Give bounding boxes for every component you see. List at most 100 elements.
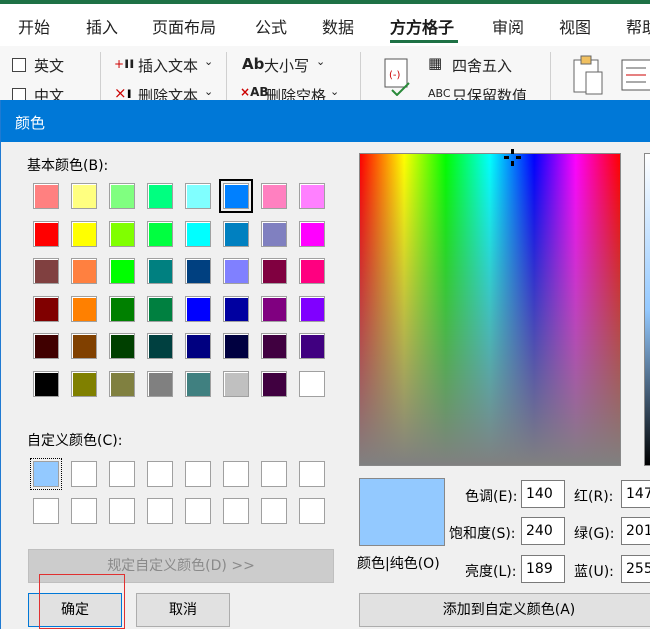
dialog-title-bar[interactable]: 颜色 (1, 100, 650, 142)
custom-color-swatch[interactable] (185, 461, 211, 487)
basic-color-swatch[interactable] (71, 370, 97, 397)
basic-color-swatch[interactable] (147, 258, 173, 284)
custom-color-swatch[interactable] (109, 461, 135, 487)
delete-space-dropdown-icon[interactable]: ⌄ (330, 85, 339, 98)
color-preview (359, 478, 445, 546)
custom-color-swatch[interactable] (71, 498, 97, 524)
custom-color-swatch[interactable] (185, 498, 211, 524)
custom-color-swatch[interactable] (71, 461, 97, 487)
basic-color-swatch[interactable] (109, 183, 135, 209)
basic-color-swatch[interactable] (261, 258, 287, 284)
basic-color-swatch[interactable] (223, 370, 249, 397)
basic-color-swatch[interactable] (299, 333, 325, 359)
excel-menu-bar: 开始 插入 页面布局 公式 数据 方方格子 审阅 视图 帮助 (0, 0, 650, 46)
basic-color-swatch[interactable] (109, 258, 135, 284)
basic-color-swatch[interactable] (33, 295, 59, 322)
custom-color-swatch[interactable] (109, 498, 135, 524)
basic-color-swatch[interactable] (33, 220, 59, 247)
custom-color-swatch[interactable] (261, 498, 287, 524)
english-checkbox[interactable] (12, 58, 26, 72)
custom-color-swatch[interactable] (30, 458, 62, 490)
red-input[interactable]: 147 (621, 480, 650, 508)
formula-icon[interactable]: (-) (382, 56, 412, 97)
hue-input[interactable]: 140 (521, 480, 565, 508)
form-icon[interactable] (620, 56, 650, 96)
basic-color-swatch[interactable] (299, 295, 325, 322)
basic-color-swatch[interactable] (147, 370, 173, 397)
basic-color-swatch[interactable] (185, 258, 211, 284)
tab-fangfang[interactable]: 方方格子 (390, 14, 454, 38)
basic-color-swatch[interactable] (185, 333, 211, 359)
basic-color-swatch[interactable] (33, 333, 59, 359)
insert-text-button[interactable]: 插入文本 (138, 55, 198, 76)
basic-color-swatch[interactable] (219, 179, 253, 213)
basic-color-swatch[interactable] (71, 258, 97, 284)
basic-color-swatch[interactable] (71, 295, 97, 322)
basic-color-swatch[interactable] (33, 183, 59, 209)
saturation-input[interactable]: 240 (521, 517, 565, 545)
basic-color-swatch[interactable] (299, 370, 325, 397)
basic-color-swatch[interactable] (147, 220, 173, 247)
custom-color-swatch[interactable] (223, 498, 249, 524)
basic-color-swatch[interactable] (71, 333, 97, 359)
basic-color-swatch[interactable] (147, 295, 173, 322)
tab-home[interactable]: 开始 (18, 14, 50, 38)
custom-color-swatch[interactable] (147, 498, 173, 524)
insert-text-dropdown-icon[interactable]: ⌄ (204, 55, 213, 68)
round-button[interactable]: 四舍五入 (452, 55, 512, 76)
luminance-slider[interactable] (644, 153, 650, 466)
custom-color-swatch[interactable] (33, 498, 59, 524)
tab-formulas[interactable]: 公式 (255, 14, 287, 38)
custom-color-swatch[interactable] (299, 498, 325, 524)
basic-color-swatch[interactable] (223, 220, 249, 247)
basic-color-swatch[interactable] (261, 333, 287, 359)
basic-color-swatch[interactable] (109, 295, 135, 322)
tab-help[interactable]: 帮助 (626, 14, 650, 38)
add-to-custom-colors-button[interactable]: 添加到自定义颜色(A) (359, 593, 650, 627)
blue-input[interactable]: 255 (621, 555, 650, 583)
basic-color-swatch[interactable] (185, 370, 211, 397)
red-label: 红(R): (574, 489, 614, 505)
basic-color-swatch[interactable] (185, 295, 211, 322)
green-input[interactable]: 201 (621, 517, 650, 545)
basic-color-swatch[interactable] (109, 333, 135, 359)
case-button[interactable]: 大小写 (264, 55, 309, 76)
basic-color-swatch[interactable] (261, 220, 287, 247)
tab-page-layout[interactable]: 页面布局 (152, 14, 216, 38)
basic-color-swatch[interactable] (109, 220, 135, 247)
basic-color-swatch[interactable] (33, 258, 59, 284)
basic-color-swatch[interactable] (147, 183, 173, 209)
custom-color-swatch[interactable] (299, 461, 325, 487)
tab-data[interactable]: 数据 (322, 14, 354, 38)
basic-color-swatch[interactable] (185, 183, 211, 209)
tab-insert[interactable]: 插入 (86, 14, 118, 38)
basic-color-swatch[interactable] (223, 333, 249, 359)
basic-color-swatch[interactable] (299, 258, 325, 284)
delete-text-dropdown-icon[interactable]: ⌄ (204, 85, 213, 98)
basic-color-swatch[interactable] (299, 183, 325, 209)
cancel-button[interactable]: 取消 (136, 593, 230, 627)
custom-color-swatch[interactable] (261, 461, 287, 487)
basic-color-swatch[interactable] (261, 183, 287, 209)
basic-color-swatch[interactable] (147, 333, 173, 359)
basic-color-swatch[interactable] (33, 370, 59, 397)
luminance-input[interactable]: 189 (521, 555, 565, 583)
tab-view[interactable]: 视图 (559, 14, 591, 38)
svg-text:(-): (-) (389, 70, 401, 81)
clipboard-icon[interactable] (570, 54, 606, 98)
color-spectrum[interactable] (359, 153, 621, 466)
basic-color-swatch[interactable] (223, 295, 249, 322)
basic-color-swatch[interactable] (261, 370, 287, 397)
custom-color-swatch[interactable] (223, 461, 249, 487)
basic-color-swatch[interactable] (223, 258, 249, 284)
basic-color-swatch[interactable] (71, 183, 97, 209)
tab-review[interactable]: 审阅 (492, 14, 524, 38)
custom-color-swatch[interactable] (147, 461, 173, 487)
basic-color-swatch[interactable] (261, 295, 287, 322)
spectrum-crosshair-icon[interactable] (504, 149, 522, 167)
basic-color-swatch[interactable] (71, 220, 97, 247)
basic-color-swatch[interactable] (185, 220, 211, 247)
basic-color-swatch[interactable] (299, 220, 325, 247)
case-dropdown-icon[interactable]: ⌄ (316, 55, 325, 68)
basic-color-swatch[interactable] (109, 370, 135, 397)
